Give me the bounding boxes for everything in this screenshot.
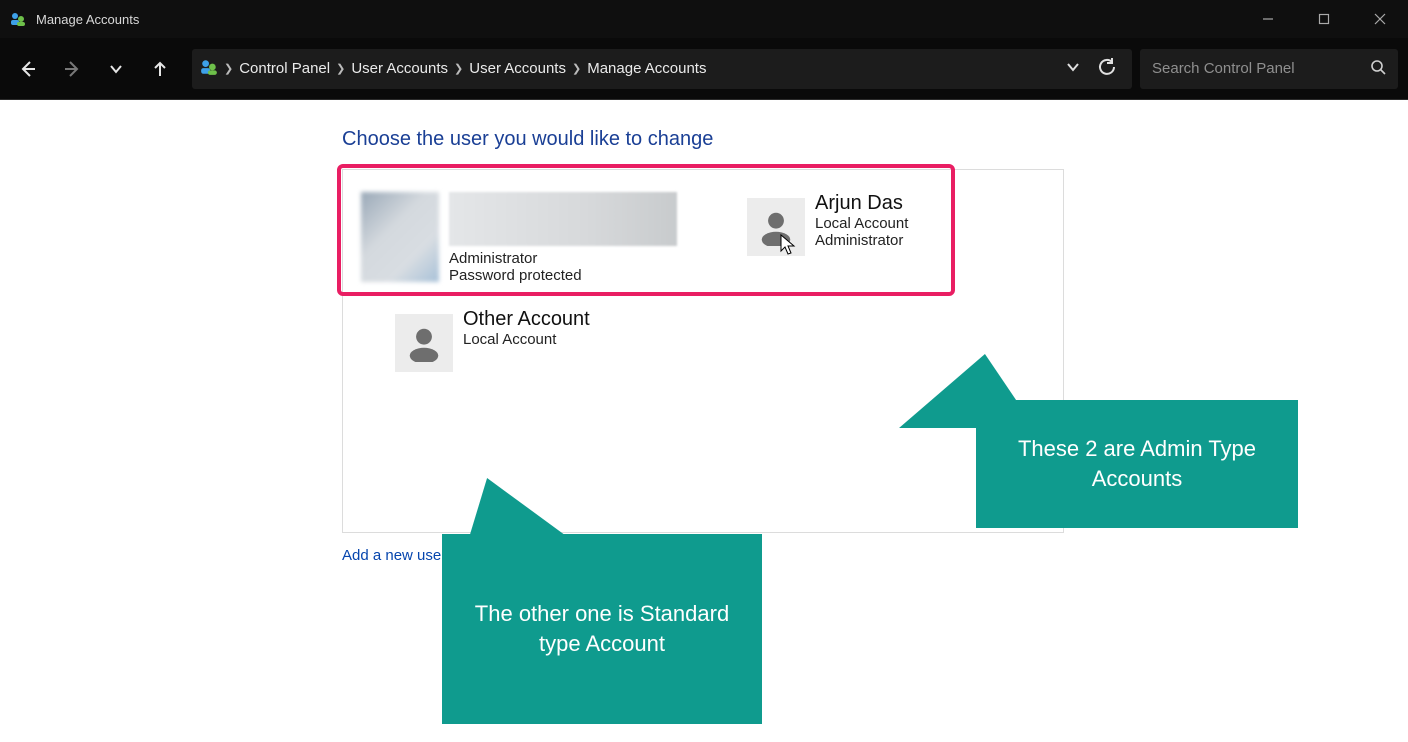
account-item[interactable]: Arjun Das Local Account Administrator bbox=[747, 192, 908, 284]
account-text: Administrator Password protected bbox=[449, 192, 677, 284]
chevron-right-icon[interactable]: ❯ bbox=[454, 62, 463, 75]
account-type: Local Account bbox=[463, 331, 590, 348]
chevron-right-icon[interactable]: ❯ bbox=[572, 62, 581, 75]
page-heading: Choose the user you would like to change bbox=[342, 128, 1408, 151]
account-item[interactable]: Administrator Password protected bbox=[361, 192, 677, 284]
account-name-redacted bbox=[449, 192, 677, 246]
search-box[interactable] bbox=[1140, 49, 1398, 89]
avatar-generic-icon bbox=[747, 198, 805, 256]
breadcrumb-item[interactable]: Control Panel bbox=[239, 60, 330, 77]
account-text: Other Account Local Account bbox=[463, 308, 590, 348]
address-bar[interactable]: ❯ Control Panel ❯ User Accounts ❯ User A… bbox=[192, 49, 1132, 89]
callout-standard: The other one is Standard type Account bbox=[442, 534, 762, 724]
content-area: Choose the user you would like to change… bbox=[0, 100, 1408, 742]
account-name: Arjun Das bbox=[815, 192, 908, 215]
callout-admin: These 2 are Admin Type Accounts bbox=[976, 400, 1298, 528]
search-input[interactable] bbox=[1152, 60, 1386, 77]
account-type: Local Account bbox=[815, 215, 908, 232]
forward-button[interactable] bbox=[54, 51, 90, 87]
recent-locations-button[interactable] bbox=[98, 51, 134, 87]
account-item[interactable]: Other Account Local Account bbox=[395, 308, 590, 372]
window-title: Manage Accounts bbox=[36, 12, 139, 27]
titlebar: Manage Accounts bbox=[0, 0, 1408, 38]
avatar-blurred bbox=[361, 192, 439, 282]
account-role: Administrator bbox=[815, 232, 908, 249]
user-accounts-icon bbox=[200, 58, 218, 80]
user-accounts-icon bbox=[10, 11, 26, 27]
callout-tail bbox=[447, 478, 569, 538]
up-button[interactable] bbox=[142, 51, 178, 87]
chevron-right-icon[interactable]: ❯ bbox=[336, 62, 345, 75]
maximize-button[interactable] bbox=[1296, 0, 1352, 38]
account-text: Arjun Das Local Account Administrator bbox=[815, 192, 908, 249]
account-name: Other Account bbox=[463, 308, 590, 331]
window-controls bbox=[1240, 0, 1408, 38]
minimize-button[interactable] bbox=[1240, 0, 1296, 38]
chevron-right-icon[interactable]: ❯ bbox=[224, 62, 233, 75]
search-icon[interactable] bbox=[1370, 59, 1386, 79]
breadcrumb-item[interactable]: User Accounts bbox=[351, 60, 448, 77]
avatar-generic-icon bbox=[395, 314, 453, 372]
breadcrumb-item[interactable]: Manage Accounts bbox=[587, 60, 706, 77]
close-button[interactable] bbox=[1352, 0, 1408, 38]
toolbar: ❯ Control Panel ❯ User Accounts ❯ User A… bbox=[0, 38, 1408, 100]
refresh-button[interactable] bbox=[1098, 58, 1116, 80]
back-button[interactable] bbox=[10, 51, 46, 87]
breadcrumb-item[interactable]: User Accounts bbox=[469, 60, 566, 77]
account-type: Administrator bbox=[449, 250, 677, 267]
previous-locations-button[interactable] bbox=[1066, 60, 1080, 78]
account-status: Password protected bbox=[449, 267, 677, 284]
